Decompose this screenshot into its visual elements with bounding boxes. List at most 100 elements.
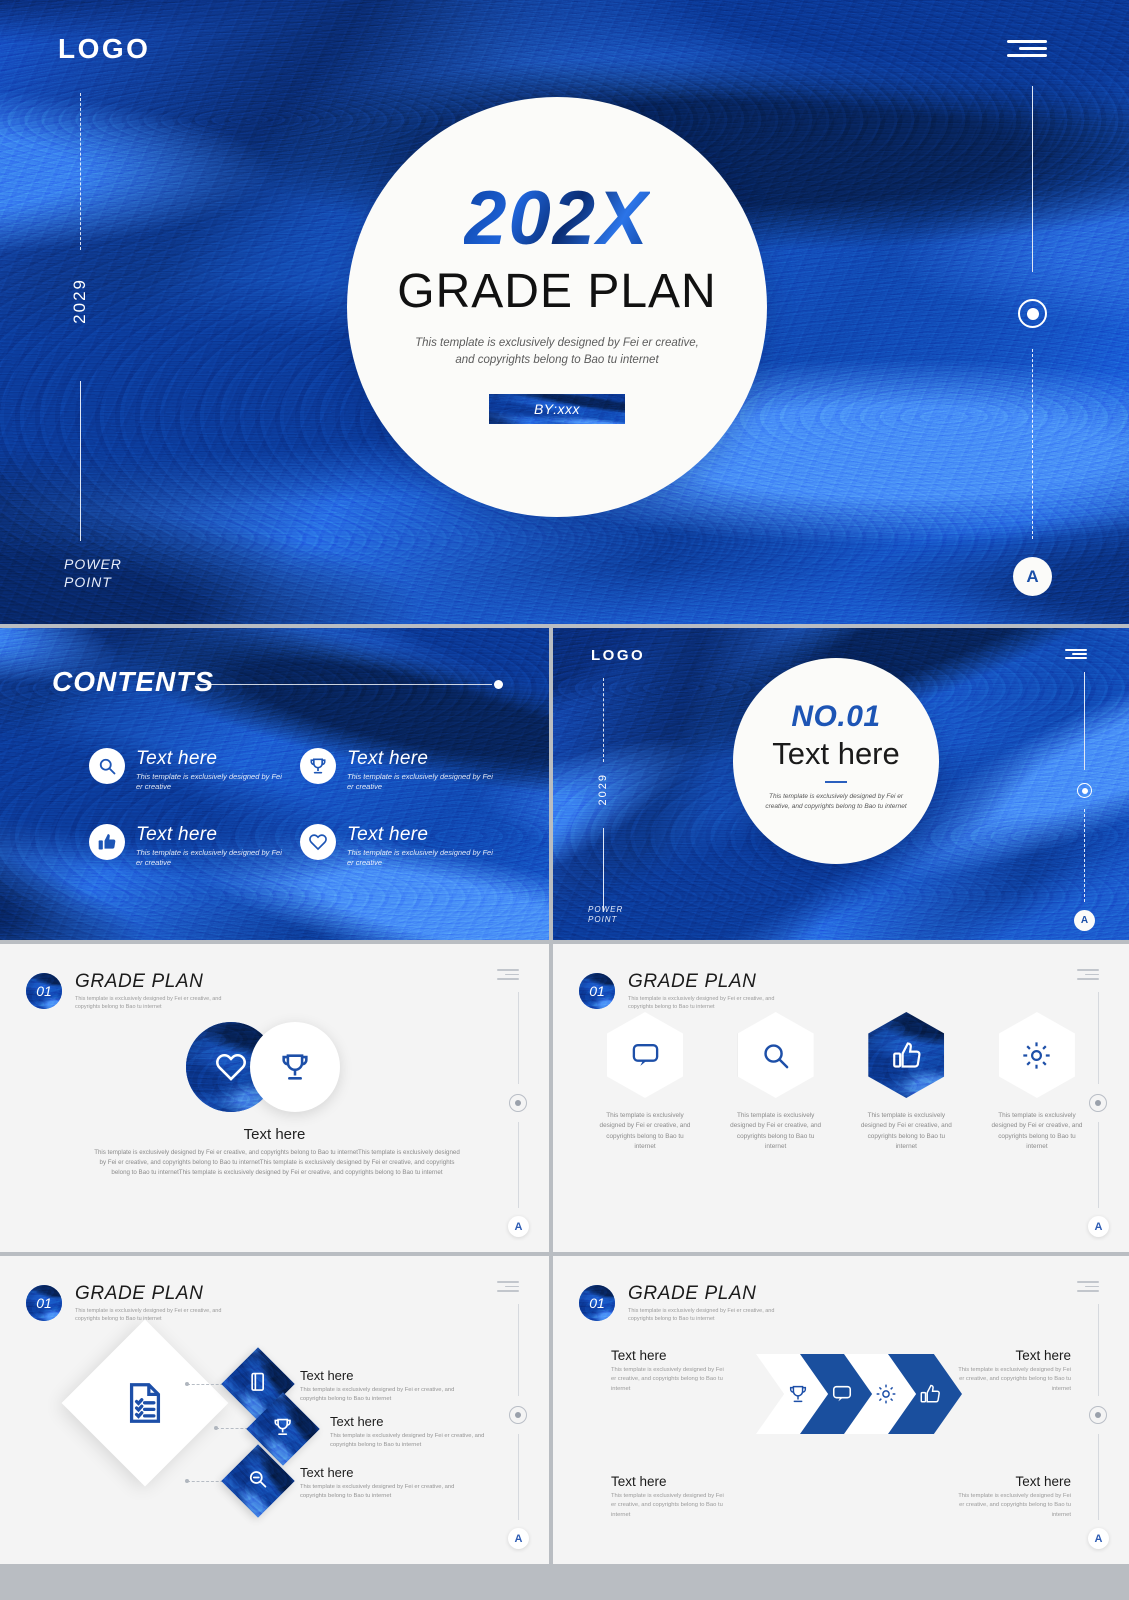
a-badge[interactable]: A [508, 1528, 529, 1549]
hexagon-item-4[interactable]: This template is exclusively designed by… [985, 1012, 1089, 1152]
slide-deck-preview: LOGO 2029 POWER POINT A 202X GRADE PLAN … [0, 0, 1129, 1600]
trophy-icon [300, 748, 336, 784]
slide-title[interactable]: LOGO 2029 POWER POINT A 202X GRADE PLAN … [0, 0, 1129, 624]
menu-icon[interactable] [497, 969, 519, 980]
diamond-center[interactable] [61, 1319, 229, 1487]
slide-number: 01 [589, 983, 605, 1000]
circle-dot-icon[interactable] [1018, 299, 1047, 328]
diamond-desc: This template is exclusively designed by… [330, 1433, 485, 1448]
slide-number-badge: 01 [26, 973, 62, 1010]
powerpoint-label: POWER POINT [588, 905, 624, 924]
a-badge[interactable]: A [1074, 910, 1095, 931]
hexagon-shape [607, 1012, 683, 1098]
contents-item-text: Text here This template is exclusively d… [347, 824, 497, 868]
contents-item-desc: This template is exclusively designed by… [347, 772, 493, 792]
arrow-corner-desc: This template is exclusively designed by… [611, 1493, 724, 1518]
hexagon-caption: This template is exclusively designed by… [599, 1112, 691, 1150]
hexagon-item-3[interactable]: This template is exclusively designed by… [854, 1012, 958, 1152]
slide-title: GRADE PLAN [628, 1283, 757, 1304]
circle-dot-icon[interactable] [1089, 1406, 1107, 1424]
diamond-text-1: Text here This template is exclusively d… [300, 1368, 456, 1404]
a-badge[interactable]: A [508, 1216, 529, 1237]
diamond-label: Text here [330, 1414, 384, 1429]
right-rail-line [1084, 672, 1085, 770]
connector-dot-2 [214, 1426, 218, 1430]
hexagon-shape [737, 1012, 814, 1098]
slide-contents[interactable]: CONTENTS Text here This template is excl… [0, 628, 549, 940]
title-subtitle: This template is exclusively designed by… [415, 337, 699, 366]
section-rule [825, 781, 847, 783]
circle-dot-icon[interactable] [1089, 1094, 1107, 1112]
right-rail-line [1098, 992, 1099, 1084]
slide-diamonds[interactable]: 01 GRADE PLAN This template is exclusive… [0, 1256, 549, 1564]
arrow-corner-label: Text here [1015, 1474, 1071, 1489]
contents-item-desc: This template is exclusively designed by… [136, 848, 282, 868]
contents-divider-dot [494, 680, 503, 689]
slide-title: GRADE PLAN [75, 1283, 204, 1304]
menu-icon[interactable] [1065, 649, 1087, 659]
book-icon [251, 1372, 265, 1391]
menu-icon[interactable] [1077, 1281, 1099, 1292]
contents-item-2[interactable]: Text here This template is exclusively d… [300, 748, 497, 792]
hexagon-item-2[interactable]: This template is exclusively designed by… [724, 1012, 828, 1152]
slide-header-sub: This template is exclusively designed by… [75, 996, 222, 1011]
slide-header-text: GRADE PLAN This template is exclusively … [75, 1283, 225, 1324]
slide-arrows[interactable]: 01 GRADE PLAN This template is exclusive… [553, 1256, 1129, 1564]
slide-number-badge: 01 [26, 1285, 62, 1322]
contents-item-label: Text here [136, 824, 218, 845]
a-badge[interactable]: A [1013, 557, 1052, 596]
contents-item-label: Text here [347, 824, 429, 845]
slide-number-badge: 01 [579, 1285, 615, 1322]
section-subtitle: This template is exclusively designed by… [765, 793, 907, 810]
gear-icon [1023, 1041, 1051, 1069]
hexagon-item-1[interactable]: This template is exclusively designed by… [593, 1012, 697, 1152]
slide-two-circles[interactable]: 01 GRADE PLAN This template is exclusive… [0, 944, 549, 1252]
menu-icon[interactable] [1077, 969, 1099, 980]
diamond-text-3: Text here This template is exclusively d… [300, 1465, 456, 1501]
contents-item-4[interactable]: Text here This template is exclusively d… [300, 824, 497, 868]
section-circle: NO.01 Text here This template is exclusi… [733, 658, 939, 864]
circle-paragraph: This template is exclusively designed by… [94, 1149, 460, 1177]
slide-header-text: GRADE PLAN This template is exclusively … [75, 971, 225, 1012]
hexagon-row: This template is exclusively designed by… [593, 1012, 1089, 1152]
circle-dot-icon[interactable] [509, 1094, 527, 1112]
right-rail-line [1032, 86, 1033, 272]
circle-white[interactable] [250, 1022, 340, 1112]
year-label: 2029 [70, 278, 89, 324]
menu-icon[interactable] [497, 1281, 519, 1292]
slide-section-divider[interactable]: LOGO 2029 POWER POINT A NO.01 Text here … [553, 628, 1129, 940]
slide-header-sub: This template is exclusively designed by… [75, 1308, 222, 1323]
search-icon [89, 748, 125, 784]
slide-number: 01 [589, 1295, 605, 1312]
contents-item-1[interactable]: Text here This template is exclusively d… [89, 748, 286, 792]
slide-number: 01 [36, 983, 52, 1000]
circle-dot-icon[interactable] [1077, 783, 1092, 798]
contents-item-3[interactable]: Text here This template is exclusively d… [89, 824, 286, 868]
slide-header-text: GRADE PLAN This template is exclusively … [628, 971, 778, 1012]
by-button-label: BY:xxx [533, 401, 581, 418]
contents-title: CONTENTS [52, 666, 214, 697]
arrow-corner-desc: This template is exclusively designed by… [958, 1367, 1071, 1392]
by-button[interactable]: BY:xxx [489, 394, 625, 425]
circle-pair [186, 1022, 364, 1112]
logo: LOGO [58, 33, 151, 64]
right-rail-dashed-line [1084, 809, 1085, 902]
hexagon-caption: This template is exclusively designed by… [730, 1112, 822, 1150]
trophy-icon [274, 1418, 292, 1435]
logo: LOGO [591, 647, 646, 664]
right-rail-line [518, 1304, 519, 1396]
hexagon-caption: This template is exclusively designed by… [860, 1112, 952, 1150]
diamond-label: Text here [300, 1368, 354, 1383]
slide-header: 01 GRADE PLAN This template is exclusive… [579, 1283, 778, 1324]
trophy-icon [789, 1385, 807, 1403]
a-badge[interactable]: A [1088, 1528, 1109, 1549]
right-rail-line-lower [518, 1434, 519, 1520]
menu-icon[interactable] [1007, 40, 1047, 57]
powerpoint-label: POWER POINT [64, 556, 122, 590]
slide-hexagons[interactable]: 01 GRADE PLAN This template is exclusive… [553, 944, 1129, 1252]
a-badge[interactable]: A [1088, 1216, 1109, 1237]
arrow-corner-3: Text here This template is exclusively d… [611, 1474, 729, 1520]
contents-item-desc: This template is exclusively designed by… [347, 848, 493, 868]
circle-dot-icon[interactable] [509, 1406, 527, 1424]
slide-header: 01 GRADE PLAN This template is exclusive… [26, 971, 225, 1012]
